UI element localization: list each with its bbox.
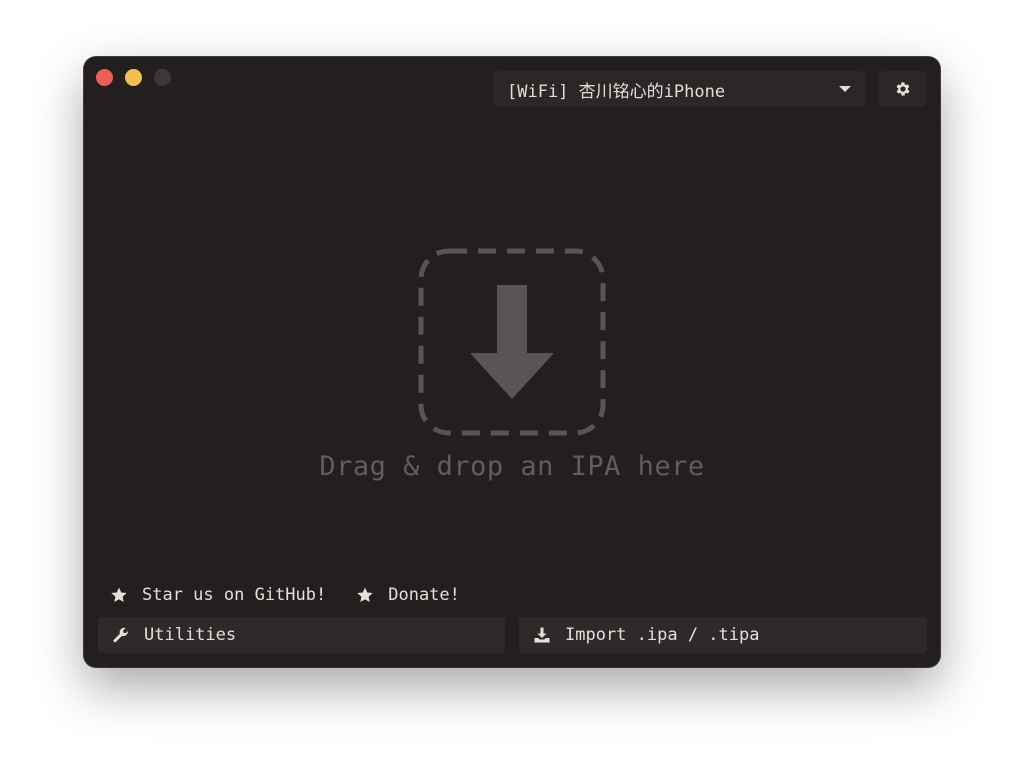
star-icon — [111, 587, 127, 603]
star-icon — [357, 587, 373, 603]
drop-zone[interactable]: Drag & drop an IPA here — [84, 247, 940, 482]
drop-zone-text: Drag & drop an IPA here — [319, 451, 705, 482]
close-window-button[interactable] — [96, 69, 113, 86]
donate-link[interactable]: Donate! — [356, 585, 460, 605]
app-window: [WiFi] 杏川铭心的iPhone Drag & drop an IPA he… — [84, 57, 940, 667]
download-icon — [534, 627, 550, 643]
device-select-value: [WiFi] 杏川铭心的iPhone — [507, 81, 726, 102]
window-controls — [96, 69, 171, 86]
maximize-window-button[interactable] — [154, 69, 171, 86]
utilities-button-label: Utilities — [144, 625, 237, 645]
device-select[interactable]: [WiFi] 杏川铭心的iPhone — [493, 71, 865, 107]
github-link-label: Star us on GitHub! — [142, 585, 327, 605]
github-link[interactable]: Star us on GitHub! — [110, 585, 326, 605]
footer-links: Star us on GitHub! Donate! — [110, 585, 490, 605]
wrench-icon — [113, 627, 129, 643]
import-button-label: Import .ipa / .tipa — [565, 625, 760, 645]
chevron-down-icon — [839, 86, 851, 92]
import-button[interactable]: Import .ipa / .tipa — [519, 617, 927, 653]
utilities-button[interactable]: Utilities — [98, 617, 505, 653]
minimize-window-button[interactable] — [125, 69, 142, 86]
donate-link-label: Donate! — [388, 585, 460, 605]
settings-button[interactable] — [879, 71, 927, 107]
gear-icon — [896, 82, 910, 96]
download-arrow-icon — [417, 247, 607, 437]
